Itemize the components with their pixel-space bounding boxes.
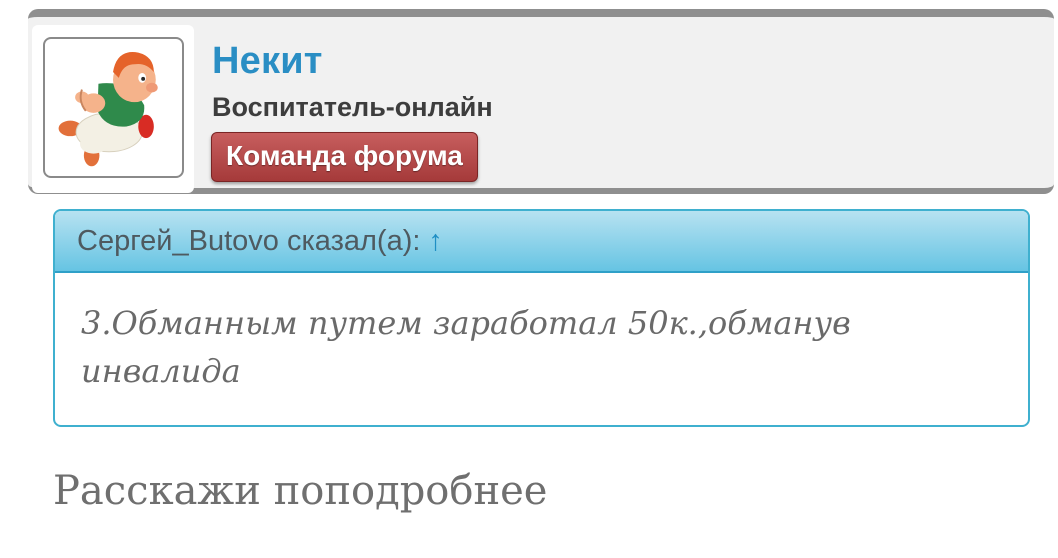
quote-header: Сергей_Butovo сказал(а): ↑	[55, 211, 1028, 273]
team-badge: Команда форума	[211, 132, 478, 182]
user-title: Воспитатель-онлайн	[212, 92, 493, 122]
quote-author-line: Сергей_Butovo сказал(а):	[77, 225, 421, 257]
cartoon-character-avatar	[58, 52, 158, 167]
avatar[interactable]	[43, 37, 184, 178]
avatar-container	[32, 25, 194, 193]
quote-block: Сергей_Butovo сказал(а): ↑ 3.Обманным пут…	[53, 209, 1030, 427]
username-link[interactable]: Некит	[212, 40, 323, 83]
user-info-card: Некит Воспитатель-онлайн Команда форума	[28, 9, 1054, 194]
quote-text: 3.Обманным путем заработал 50к.,обманув …	[81, 304, 851, 390]
reply-text: Расскажи поподробнее	[53, 468, 548, 514]
up-arrow-icon[interactable]: ↑	[428, 225, 443, 257]
